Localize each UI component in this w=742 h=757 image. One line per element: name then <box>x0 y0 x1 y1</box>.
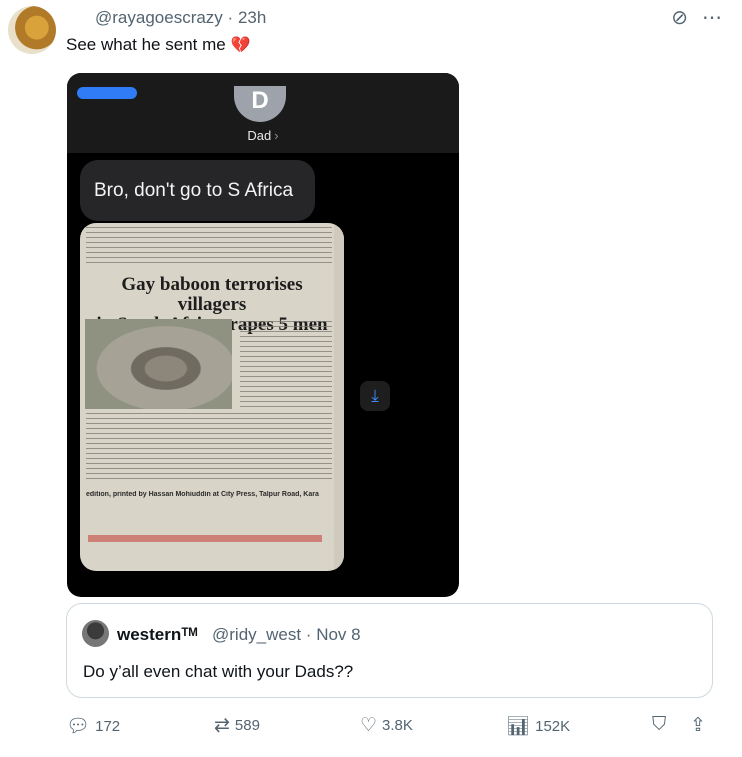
newspaper-text-bottom <box>86 413 332 481</box>
top-icons: ⊘ ⋯ <box>671 6 722 30</box>
tweet-media[interactable]: D Dad › Bro, don't go to S Africa Gay bab… <box>67 73 459 597</box>
reply-button[interactable]: 💬︎ 172 <box>66 714 120 738</box>
quoted-text: Do y’all even chat with your Dads?? <box>83 662 354 681</box>
tweet-text: See what he sent me 💔 <box>66 35 250 55</box>
views-icon: 📊︎ <box>506 716 531 737</box>
headline-line-1: Gay baboon terrorises villagers <box>121 274 303 315</box>
quoted-date: Nov 8 <box>316 625 361 644</box>
contact-avatar: D <box>234 86 286 122</box>
quoted-handle: @ridy_west <box>212 625 302 644</box>
like-button[interactable]: ♡ 3.8K <box>360 714 413 737</box>
tweet-text-body: See what he sent me <box>66 35 226 54</box>
tweet-header: @rayagoescrazy · 23h <box>95 8 266 28</box>
reply-count: 172 <box>95 717 121 735</box>
author-handle[interactable]: @rayagoescrazy <box>95 8 223 27</box>
like-count: 3.8K <box>382 717 413 734</box>
reply-icon: 💬︎ <box>66 716 91 737</box>
action-bar: 💬︎ 172 ⇄ 589 ♡ 3.8K 📊︎ 152K ⛉ ⇪ <box>66 714 716 742</box>
chevron-right-icon: › <box>274 128 279 143</box>
share-button[interactable]: ⇪ <box>690 714 706 737</box>
quoted-avatar <box>82 620 109 647</box>
post-time[interactable]: 23h <box>238 8 266 27</box>
back-button <box>77 87 137 99</box>
phone-header: D Dad › <box>67 73 459 153</box>
views-button[interactable]: 📊︎ 152K <box>506 714 570 738</box>
bookmark-icon: ⛉ <box>652 714 667 735</box>
newspaper-red-band <box>88 535 322 542</box>
repost-count: 589 <box>234 717 260 734</box>
views-count: 152K <box>535 717 571 735</box>
quoted-tweet[interactable]: westernᵀᴹ @ridy_west · Nov 8 Do y’all ev… <box>66 603 713 698</box>
newspaper-side-strip <box>334 223 344 571</box>
newspaper-clipping: Gay baboon terrorises villagers in South… <box>80 223 344 571</box>
author-avatar[interactable] <box>8 6 56 54</box>
bookmark-button[interactable]: ⛉ <box>652 714 666 736</box>
newspaper-text-top <box>86 227 332 265</box>
message-bubble: Bro, don't go to S Africa <box>80 160 315 221</box>
share-icon: ⇪ <box>690 715 706 736</box>
newspaper-footer: edition, printed by Hassan Mohiuddin at … <box>86 491 319 498</box>
newspaper-text-right <box>240 321 332 409</box>
download-icon: ⤓ <box>360 381 390 411</box>
heart-icon: ♡ <box>360 715 378 736</box>
contact-name: Dad › <box>67 128 459 143</box>
header-separator: · <box>227 8 234 27</box>
slash-circle-icon[interactable]: ⊘ <box>671 6 688 30</box>
quoted-meta: @ridy_west · Nov 8 <box>212 625 361 645</box>
more-icon[interactable]: ⋯ <box>702 6 722 30</box>
repost-icon: ⇄ <box>214 715 230 736</box>
broken-heart-emoji: 💔 <box>230 37 251 54</box>
contact-name-text: Dad <box>247 128 272 143</box>
quoted-name: westernᵀᴹ <box>117 625 198 644</box>
repost-button[interactable]: ⇄ 589 <box>214 714 260 737</box>
baboon-photo <box>85 319 232 409</box>
quoted-separator: · <box>305 625 312 644</box>
